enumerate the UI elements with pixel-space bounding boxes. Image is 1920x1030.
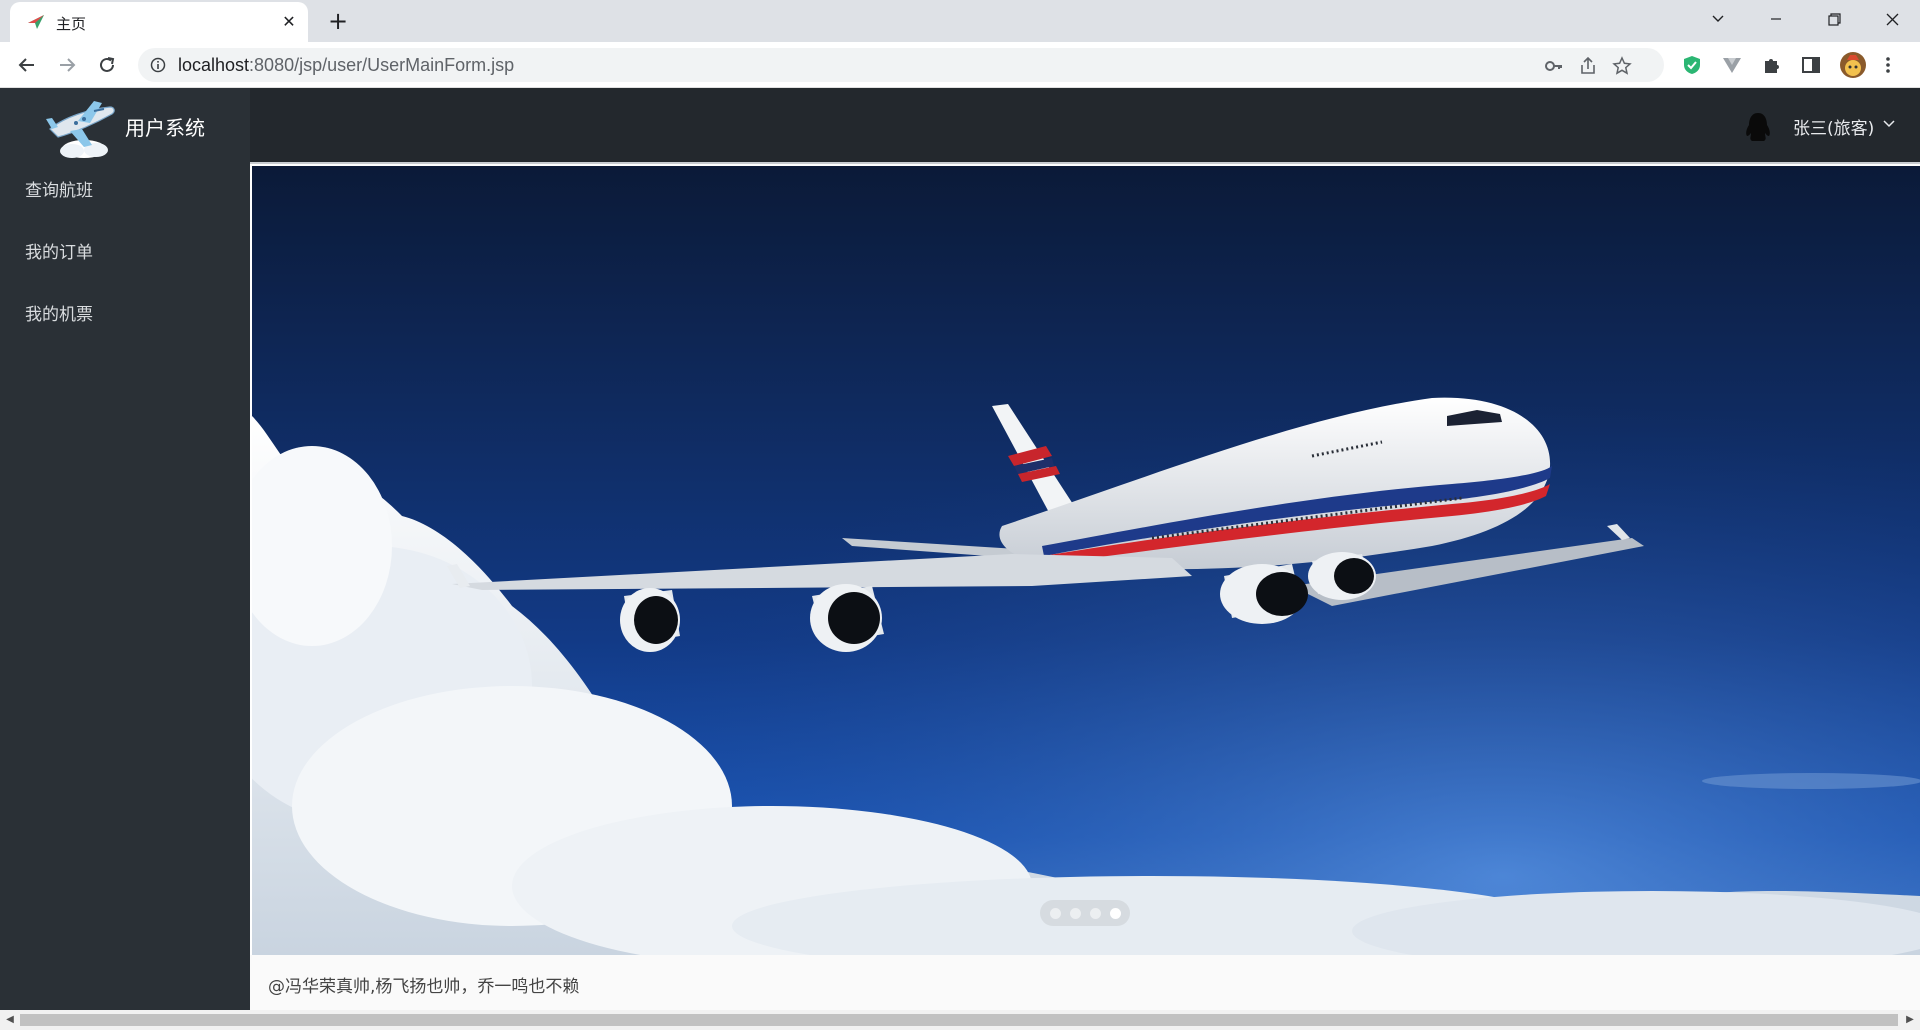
share-icon[interactable] <box>1578 56 1598 76</box>
footer: @冯华荣真帅,杨飞扬也帅，乔一鸣也不赖 <box>250 955 1920 1010</box>
browser-tab-home[interactable]: 主页 ✕ <box>10 2 308 42</box>
arrow-left-icon <box>18 58 34 72</box>
restore-button[interactable] <box>1806 0 1862 38</box>
tab-title: 主页 <box>56 15 87 33</box>
horizontal-scrollbar[interactable]: ◀ ▶ <box>0 1010 1920 1030</box>
key-icon[interactable] <box>1544 56 1564 76</box>
forward-button[interactable] <box>53 51 81 79</box>
airplane-logo-icon <box>46 101 115 158</box>
info-icon[interactable] <box>150 57 166 73</box>
browser-tab-strip: 主页 ✕ + <box>0 0 1920 42</box>
restore-icon <box>1827 12 1841 26</box>
bookmark-star-icon[interactable] <box>1612 56 1632 76</box>
arrow-right-icon <box>60 58 76 72</box>
tab-search-button[interactable] <box>1690 0 1746 38</box>
brand[interactable]: 用户系统 <box>0 88 250 164</box>
brand-title: 用户系统 <box>125 116 205 140</box>
minimize-icon <box>1771 18 1781 20</box>
back-button[interactable] <box>13 51 41 79</box>
user-menu-label[interactable]: 张三(旅客) <box>1793 114 1874 139</box>
shield-extension-icon[interactable] <box>1681 54 1703 76</box>
app-root: 用户系统 查询航班 我的订单 我的机票 张三(旅客) @冯华荣真帅,杨飞扬也帅，… <box>0 88 1920 1010</box>
url-text[interactable]: localhost:8080/jsp/user/UserMainForm.jsp <box>178 55 514 76</box>
url-path: :8080/jsp/user/UserMainForm.jsp <box>249 55 515 75</box>
carousel-dot-3[interactable] <box>1090 908 1101 919</box>
reload-button[interactable] <box>93 51 121 79</box>
carousel-dot-4[interactable] <box>1110 908 1121 919</box>
hero-carousel[interactable] <box>252 166 1920 955</box>
scroll-right-arrow-icon[interactable]: ▶ <box>1904 1014 1916 1026</box>
profile-avatar-icon[interactable] <box>1839 51 1867 79</box>
airplane-in-sky-image <box>252 166 1920 955</box>
scrollbar-thumb[interactable] <box>20 1014 1898 1026</box>
close-icon <box>1886 13 1898 25</box>
vue-devtools-icon[interactable] <box>1721 54 1743 76</box>
scroll-left-arrow-icon[interactable]: ◀ <box>4 1014 16 1026</box>
footer-text: @冯华荣真帅,杨飞扬也帅，乔一鸣也不赖 <box>268 977 580 997</box>
carousel-indicator <box>1040 900 1130 926</box>
reload-icon <box>100 57 115 72</box>
carousel-dot-2[interactable] <box>1070 908 1081 919</box>
close-window-button[interactable] <box>1864 0 1920 38</box>
sidebar: 用户系统 查询航班 我的订单 我的机票 <box>0 88 250 1010</box>
browser-toolbar: localhost:8080/jsp/user/UserMainForm.jsp <box>0 42 1920 88</box>
menu-item-search-flights[interactable]: 查询航班 <box>0 163 250 219</box>
tab-close-icon[interactable]: ✕ <box>278 11 300 33</box>
qq-penguin-icon[interactable] <box>1744 111 1772 143</box>
url-host: localhost <box>178 55 250 75</box>
more-menu-icon[interactable] <box>1883 54 1893 76</box>
chevron-down-icon <box>1712 15 1724 22</box>
airplane-favicon-icon <box>28 15 44 29</box>
chevron-down-icon[interactable] <box>1882 117 1896 131</box>
menu-item-my-orders[interactable]: 我的订单 <box>0 225 250 281</box>
address-bar[interactable]: localhost:8080/jsp/user/UserMainForm.jsp <box>138 48 1664 82</box>
side-panel-icon[interactable] <box>1800 54 1822 76</box>
new-tab-button[interactable]: + <box>324 8 352 36</box>
carousel-dot-1[interactable] <box>1050 908 1061 919</box>
menu-item-my-tickets[interactable]: 我的机票 <box>0 287 250 343</box>
top-header: 张三(旅客) <box>250 88 1920 164</box>
extensions-puzzle-icon[interactable] <box>1761 54 1783 76</box>
minimize-button[interactable] <box>1748 0 1804 38</box>
